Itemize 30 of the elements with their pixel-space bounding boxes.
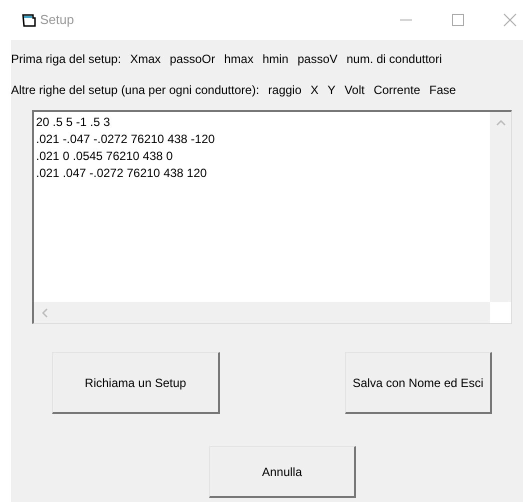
text-line: .021 -.047 -.0272 76210 438 -120 bbox=[36, 131, 215, 148]
text-line: 20 .5 5 -1 .5 3 bbox=[36, 114, 110, 131]
text-line: .021 .047 -.0272 76210 438 120 bbox=[36, 165, 207, 182]
maximize-icon[interactable] bbox=[451, 13, 465, 27]
setup-text-area[interactable]: 20 .5 5 -1 .5 3 .021 -.047 -.0272 76210 438 -120 .021 0 .0545 76210 438 0 .021 .047 -.0272 76210 438 120 bbox=[32, 110, 512, 324]
field-name: passoV bbox=[297, 50, 338, 68]
app-icon bbox=[22, 14, 36, 26]
row-label: Prima riga del setup: bbox=[11, 50, 122, 68]
field-name: Volt bbox=[344, 82, 365, 98]
field-name: Corrente bbox=[374, 82, 420, 98]
field-name: Xmax bbox=[130, 50, 161, 68]
field-name: X bbox=[310, 82, 319, 98]
dialog-button[interactable]: Salva con Nome ed Esci bbox=[345, 352, 492, 414]
field-name: hmin bbox=[262, 50, 288, 68]
field-name: raggio bbox=[268, 82, 302, 98]
field-name: num. di conduttori bbox=[346, 50, 442, 68]
dialog-button[interactable]: Richiama un Setup bbox=[52, 352, 220, 414]
horizontal-scrollbar[interactable] bbox=[34, 302, 490, 323]
field-name: Fase bbox=[429, 82, 456, 98]
field-name: passoOr bbox=[170, 50, 216, 68]
vertical-scrollbar[interactable] bbox=[490, 112, 511, 302]
field-name: Y bbox=[328, 82, 336, 98]
row-label: Altre righe del setup (una per ogni conduttore): bbox=[11, 82, 260, 98]
dialog-button[interactable]: Annulla bbox=[209, 446, 356, 498]
field-name: hmax bbox=[224, 50, 254, 68]
window-title: Setup bbox=[40, 11, 74, 30]
scroll-up-icon[interactable] bbox=[496, 120, 506, 126]
scroll-left-icon[interactable] bbox=[42, 308, 48, 318]
text-line: .021 0 .0545 76210 438 0 bbox=[36, 148, 173, 165]
close-icon[interactable] bbox=[503, 13, 517, 27]
